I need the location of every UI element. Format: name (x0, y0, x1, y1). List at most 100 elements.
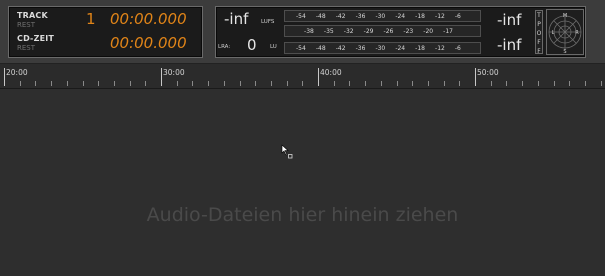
lra-value: 0 (247, 36, 257, 54)
scale-tick-label: -12 (435, 12, 445, 20)
radar-label-left: L (552, 30, 555, 36)
ruler-minor-tick (35, 81, 36, 86)
scale-tick-label: -18 (415, 12, 425, 20)
ruler-minor-tick (381, 81, 382, 86)
ruler-label: 20:00 (6, 68, 28, 77)
ruler-minor-tick (302, 81, 303, 86)
scale-tick-label: -54 (296, 44, 306, 52)
cd-time-label: CD-ZEIT (17, 34, 55, 43)
time-counter-panel: TRACK REST 1 00:00.000 CD-ZEIT REST 00:0… (8, 6, 203, 58)
scale-tick-label: -32 (343, 27, 354, 35)
scale-tick-label: -36 (355, 44, 366, 52)
ruler-minor-tick (192, 81, 193, 86)
ruler-major-tick (161, 68, 162, 86)
scale-tick-label: -24 (395, 44, 406, 52)
ruler-minor-tick (224, 81, 225, 86)
ruler-minor-tick (83, 81, 84, 86)
toolbar-header: TRACK REST 1 00:00.000 CD-ZEIT REST 00:0… (0, 0, 605, 64)
ruler-minor-tick (177, 81, 178, 86)
scale-tick-label: -12 (435, 44, 445, 52)
ruler-minor-tick (459, 81, 460, 86)
peak-left-value: -inf (497, 11, 522, 29)
ruler-minor-tick (412, 81, 413, 86)
scale-tick-label: -18 (415, 44, 425, 52)
track-number: 1 (86, 10, 96, 28)
scale-tick-label: -30 (375, 44, 386, 52)
meter-scale-top: -54 -48 -42 -36 -30 -24 -18 -12 -6 (284, 10, 481, 22)
ruler-minor-tick (569, 81, 570, 86)
loudness-meter-panel: -inf LUFS LRA: 0 LU -54 -48 -42 -36 -30 … (215, 6, 586, 58)
meter-scale-bottom: -54 -48 -42 -36 -30 -24 -18 -12 -6 (284, 42, 481, 54)
ruler-minor-tick (271, 81, 272, 86)
ruler-minor-tick (145, 81, 146, 86)
scale-tick-label: -42 (335, 12, 346, 20)
scale-tick-label: -54 (296, 12, 306, 20)
lu-label: LU (270, 44, 277, 50)
integrated-loudness-value: -inf (224, 10, 249, 28)
ruler-minor-tick (20, 81, 21, 86)
ruler-label: 30:00 (163, 68, 185, 77)
ruler-minor-tick (365, 81, 366, 86)
ruler-minor-tick (51, 81, 52, 86)
ruler-minor-tick (522, 81, 523, 86)
ruler-major-tick (318, 68, 319, 86)
scale-tick-label: -48 (315, 44, 326, 52)
ruler-minor-tick (114, 81, 115, 86)
timeline-ruler[interactable]: 20:00 30:00 40:00 50:00 (0, 64, 605, 89)
tp-letter: T (537, 12, 541, 19)
scale-tick-label: -35 (323, 27, 334, 35)
ruler-minor-tick (130, 81, 131, 86)
track-label: TRACK (17, 11, 48, 20)
scale-tick-label: -36 (355, 12, 366, 20)
scale-tick-label: -26 (383, 27, 394, 35)
scale-tick-label: -24 (395, 12, 406, 20)
ruler-minor-tick (585, 81, 586, 86)
ruler-major-tick (475, 68, 476, 86)
tp-letter: F (537, 39, 541, 46)
ruler-minor-tick (334, 81, 335, 86)
ruler-minor-tick (397, 81, 398, 86)
peak-right-value: -inf (497, 36, 522, 54)
radar-label-right: R (575, 30, 579, 36)
scale-tick-label: -30 (375, 12, 386, 20)
ruler-minor-tick (67, 81, 68, 86)
ruler-label: 40:00 (320, 68, 342, 77)
ruler-minor-tick (538, 81, 539, 86)
ruler-major-tick (4, 68, 5, 86)
ruler-minor-tick (554, 81, 555, 86)
scale-tick-label: -42 (335, 44, 346, 52)
scale-tick-label: -20 (423, 27, 434, 35)
true-peak-off-button[interactable]: T P O F F (535, 10, 543, 55)
scale-tick-label: -6 (454, 12, 461, 20)
track-rest-label: REST (17, 21, 36, 29)
radar-label-top: M (563, 13, 567, 19)
meter-scale-middle: -38 -35 -32 -29 -26 -23 -20 -17 (284, 25, 481, 37)
drop-hint-text: Audio-Dateien hier hinein ziehen (146, 204, 459, 226)
radar-label-bottom: S (563, 49, 566, 55)
scale-tick-label: -48 (315, 12, 326, 20)
stereo-radar-scope: M L R S (546, 9, 584, 55)
ruler-minor-tick (491, 81, 492, 86)
ruler-minor-tick (240, 81, 241, 86)
scale-tick-label: -17 (443, 27, 453, 35)
ruler-minor-tick (444, 81, 445, 86)
cd-time: 00:00.000 (110, 34, 187, 52)
scale-tick-label: -29 (363, 27, 374, 35)
ruler-minor-tick (208, 81, 209, 86)
ruler-minor-tick (428, 81, 429, 86)
ruler-minor-tick (601, 81, 602, 86)
tp-letter: F (537, 48, 541, 55)
drag-copy-cursor-icon (281, 144, 293, 159)
tp-letter: P (537, 21, 541, 28)
ruler-minor-tick (255, 81, 256, 86)
ruler-minor-tick (506, 81, 507, 86)
lra-label: LRA: (218, 44, 231, 50)
scale-tick-label: -6 (454, 44, 461, 52)
scale-tick-label: -38 (304, 27, 314, 35)
audio-drop-zone[interactable]: Audio-Dateien hier hinein ziehen (0, 89, 605, 276)
track-time: 00:00.000 (110, 10, 187, 28)
ruler-label: 50:00 (477, 68, 499, 77)
scale-tick-label: -23 (403, 27, 414, 35)
cd-rest-label: REST (17, 44, 36, 52)
lufs-label: LUFS (261, 19, 275, 25)
